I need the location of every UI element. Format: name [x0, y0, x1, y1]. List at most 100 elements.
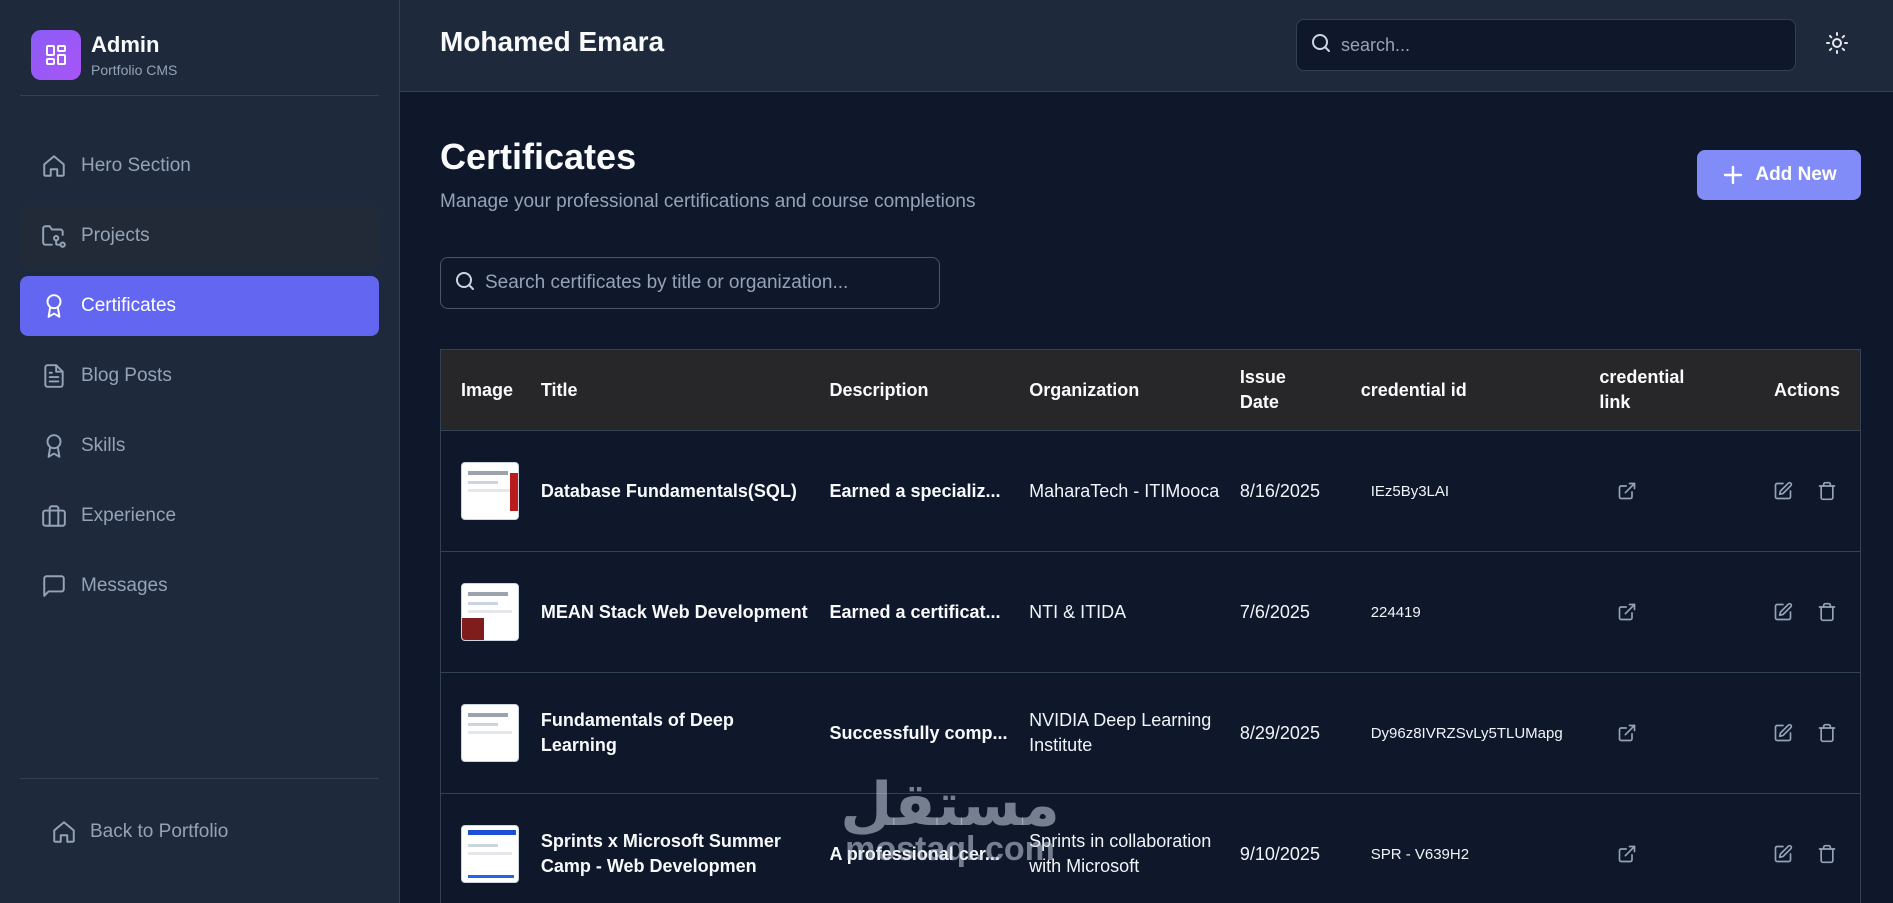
page-subtitle: Manage your professional certifications …: [440, 191, 976, 212]
table-header: Image Title Description Organization Iss…: [441, 350, 1860, 431]
cell-credential-id: Dy96z8IVRZSvLy5TLUMapg: [1370, 724, 1563, 742]
briefcase-icon: [40, 502, 68, 530]
back-to-portfolio-label: Back to Portfolio: [90, 821, 229, 842]
cell-issue-date: 8/16/2025: [1239, 480, 1320, 501]
edit-icon[interactable]: [1770, 841, 1796, 867]
header-issue-date-line1: Issue: [1239, 367, 1286, 387]
certificate-search: [440, 257, 940, 309]
header-credential-id: credential id: [1360, 379, 1467, 400]
cell-credential-id: IEz5By3LAI: [1370, 482, 1450, 500]
award-icon: [40, 432, 68, 460]
brand-title: Admin: [91, 32, 160, 57]
edit-icon[interactable]: [1770, 720, 1796, 746]
search-icon: [1309, 31, 1333, 60]
sidebar-item-label: Experience: [81, 505, 177, 526]
sidebar-item-certificates[interactable]: Certificates: [20, 276, 379, 336]
header-title: Title: [540, 379, 578, 400]
header-description: Description: [829, 379, 929, 400]
cell-title: Database Fundamentals(SQL): [540, 480, 797, 501]
page-title: Certificates: [440, 136, 637, 177]
brand: Admin Portfolio CMS: [31, 30, 177, 80]
sidebar-item-skills[interactable]: Skills: [20, 416, 379, 476]
award-icon: [40, 292, 68, 320]
global-search: [1296, 19, 1796, 71]
edit-icon[interactable]: [1770, 478, 1796, 504]
table-row: Sprints x Microsoft Summer Camp - Web De…: [441, 794, 1860, 903]
header-issue-date-line2: Date: [1239, 392, 1279, 412]
folder-git-icon: [40, 222, 68, 250]
sidebar-item-messages[interactable]: Messages: [20, 556, 379, 616]
back-to-portfolio-link[interactable]: Back to Portfolio: [50, 818, 228, 846]
cell-credential-id: 224419: [1370, 603, 1421, 621]
table-row: MEAN Stack Web Development Earned a cert…: [441, 552, 1860, 673]
cell-organization: Sprints in collaboration with Microsoft: [1029, 831, 1212, 876]
cell-description: Earned a specializ...: [829, 480, 1001, 501]
sidebar-item-label: Projects: [81, 225, 150, 246]
certificate-thumbnail[interactable]: [461, 583, 519, 641]
header-actions: Actions: [1773, 379, 1840, 400]
message-square-icon: [40, 572, 68, 600]
table-row: Database Fundamentals(SQL) Earned a spec…: [441, 431, 1860, 552]
header-credential-link-line1: credential: [1599, 367, 1685, 387]
home-icon: [50, 818, 78, 846]
home-icon: [40, 152, 68, 180]
header-issue-date: Issue Date: [1240, 365, 1361, 415]
cell-issue-date: 7/6/2025: [1239, 601, 1310, 622]
external-link-icon[interactable]: [1614, 478, 1640, 504]
cell-description: Earned a certificat...: [829, 601, 1001, 622]
certificate-thumbnail[interactable]: [461, 462, 519, 520]
sidebar-item-label: Messages: [81, 575, 168, 596]
cell-description: A professional cer...: [829, 843, 1000, 864]
external-link-icon[interactable]: [1614, 841, 1640, 867]
sidebar-item-label: Hero Section: [81, 155, 191, 176]
header-organization: Organization: [1029, 379, 1140, 400]
add-new-label: Add New: [1755, 164, 1837, 185]
sidebar-nav: Hero Section Projects Certificates Blog …: [20, 136, 379, 626]
header-credential-link: credential link: [1599, 365, 1730, 415]
sidebar: Admin Portfolio CMS Hero Section Project…: [0, 0, 400, 903]
trash-icon[interactable]: [1814, 720, 1840, 746]
cell-organization: NTI & ITIDA: [1029, 601, 1127, 622]
external-link-icon[interactable]: [1614, 599, 1640, 625]
dashboard-icon: [31, 30, 81, 80]
user-name: Mohamed Emara: [440, 26, 665, 57]
external-link-icon[interactable]: [1614, 720, 1640, 746]
theme-toggle-button[interactable]: [1822, 30, 1852, 60]
table-row: Fundamentals of Deep Learning Successful…: [441, 673, 1860, 794]
cell-description: Successfully comp...: [829, 722, 1008, 743]
cell-issue-date: 8/29/2025: [1239, 722, 1320, 743]
certificates-table: Image Title Description Organization Iss…: [440, 349, 1861, 903]
sidebar-divider: [20, 778, 379, 779]
header-credential-link-line2: link: [1599, 392, 1631, 412]
cell-issue-date: 9/10/2025: [1239, 843, 1320, 864]
sidebar-item-experience[interactable]: Experience: [20, 486, 379, 546]
sidebar-item-label: Certificates: [81, 295, 177, 316]
edit-icon[interactable]: [1770, 599, 1796, 625]
top-header: Mohamed Emara: [400, 0, 1893, 92]
trash-icon[interactable]: [1814, 599, 1840, 625]
sidebar-item-blog-posts[interactable]: Blog Posts: [20, 346, 379, 406]
trash-icon[interactable]: [1814, 841, 1840, 867]
plus-icon: [1721, 163, 1745, 187]
header-image: Image: [461, 379, 514, 400]
search-icon: [453, 269, 477, 298]
cell-organization: MaharaTech - ITIMooca: [1029, 480, 1220, 501]
cell-title: Fundamentals of Deep Learning: [540, 710, 734, 755]
certificate-thumbnail[interactable]: [461, 704, 519, 762]
cell-credential-id: SPR - V639H2: [1370, 845, 1470, 863]
certificate-thumbnail[interactable]: [461, 825, 519, 883]
cell-organization: NVIDIA Deep Learning Institute: [1029, 710, 1212, 755]
sidebar-item-projects[interactable]: Projects: [20, 206, 379, 266]
certificate-search-input[interactable]: [485, 272, 925, 294]
cell-title: MEAN Stack Web Development: [540, 601, 808, 622]
sun-icon: [1825, 31, 1849, 60]
add-new-button[interactable]: Add New: [1697, 150, 1861, 200]
file-text-icon: [40, 362, 68, 390]
cell-title: Sprints x Microsoft Summer Camp - Web De…: [540, 831, 781, 876]
sidebar-item-label: Blog Posts: [81, 365, 172, 386]
global-search-input[interactable]: [1341, 34, 1761, 56]
brand-subtitle: Portfolio CMS: [91, 62, 178, 78]
sidebar-item-hero-section[interactable]: Hero Section: [20, 136, 379, 196]
sidebar-item-label: Skills: [81, 435, 126, 456]
trash-icon[interactable]: [1814, 478, 1840, 504]
